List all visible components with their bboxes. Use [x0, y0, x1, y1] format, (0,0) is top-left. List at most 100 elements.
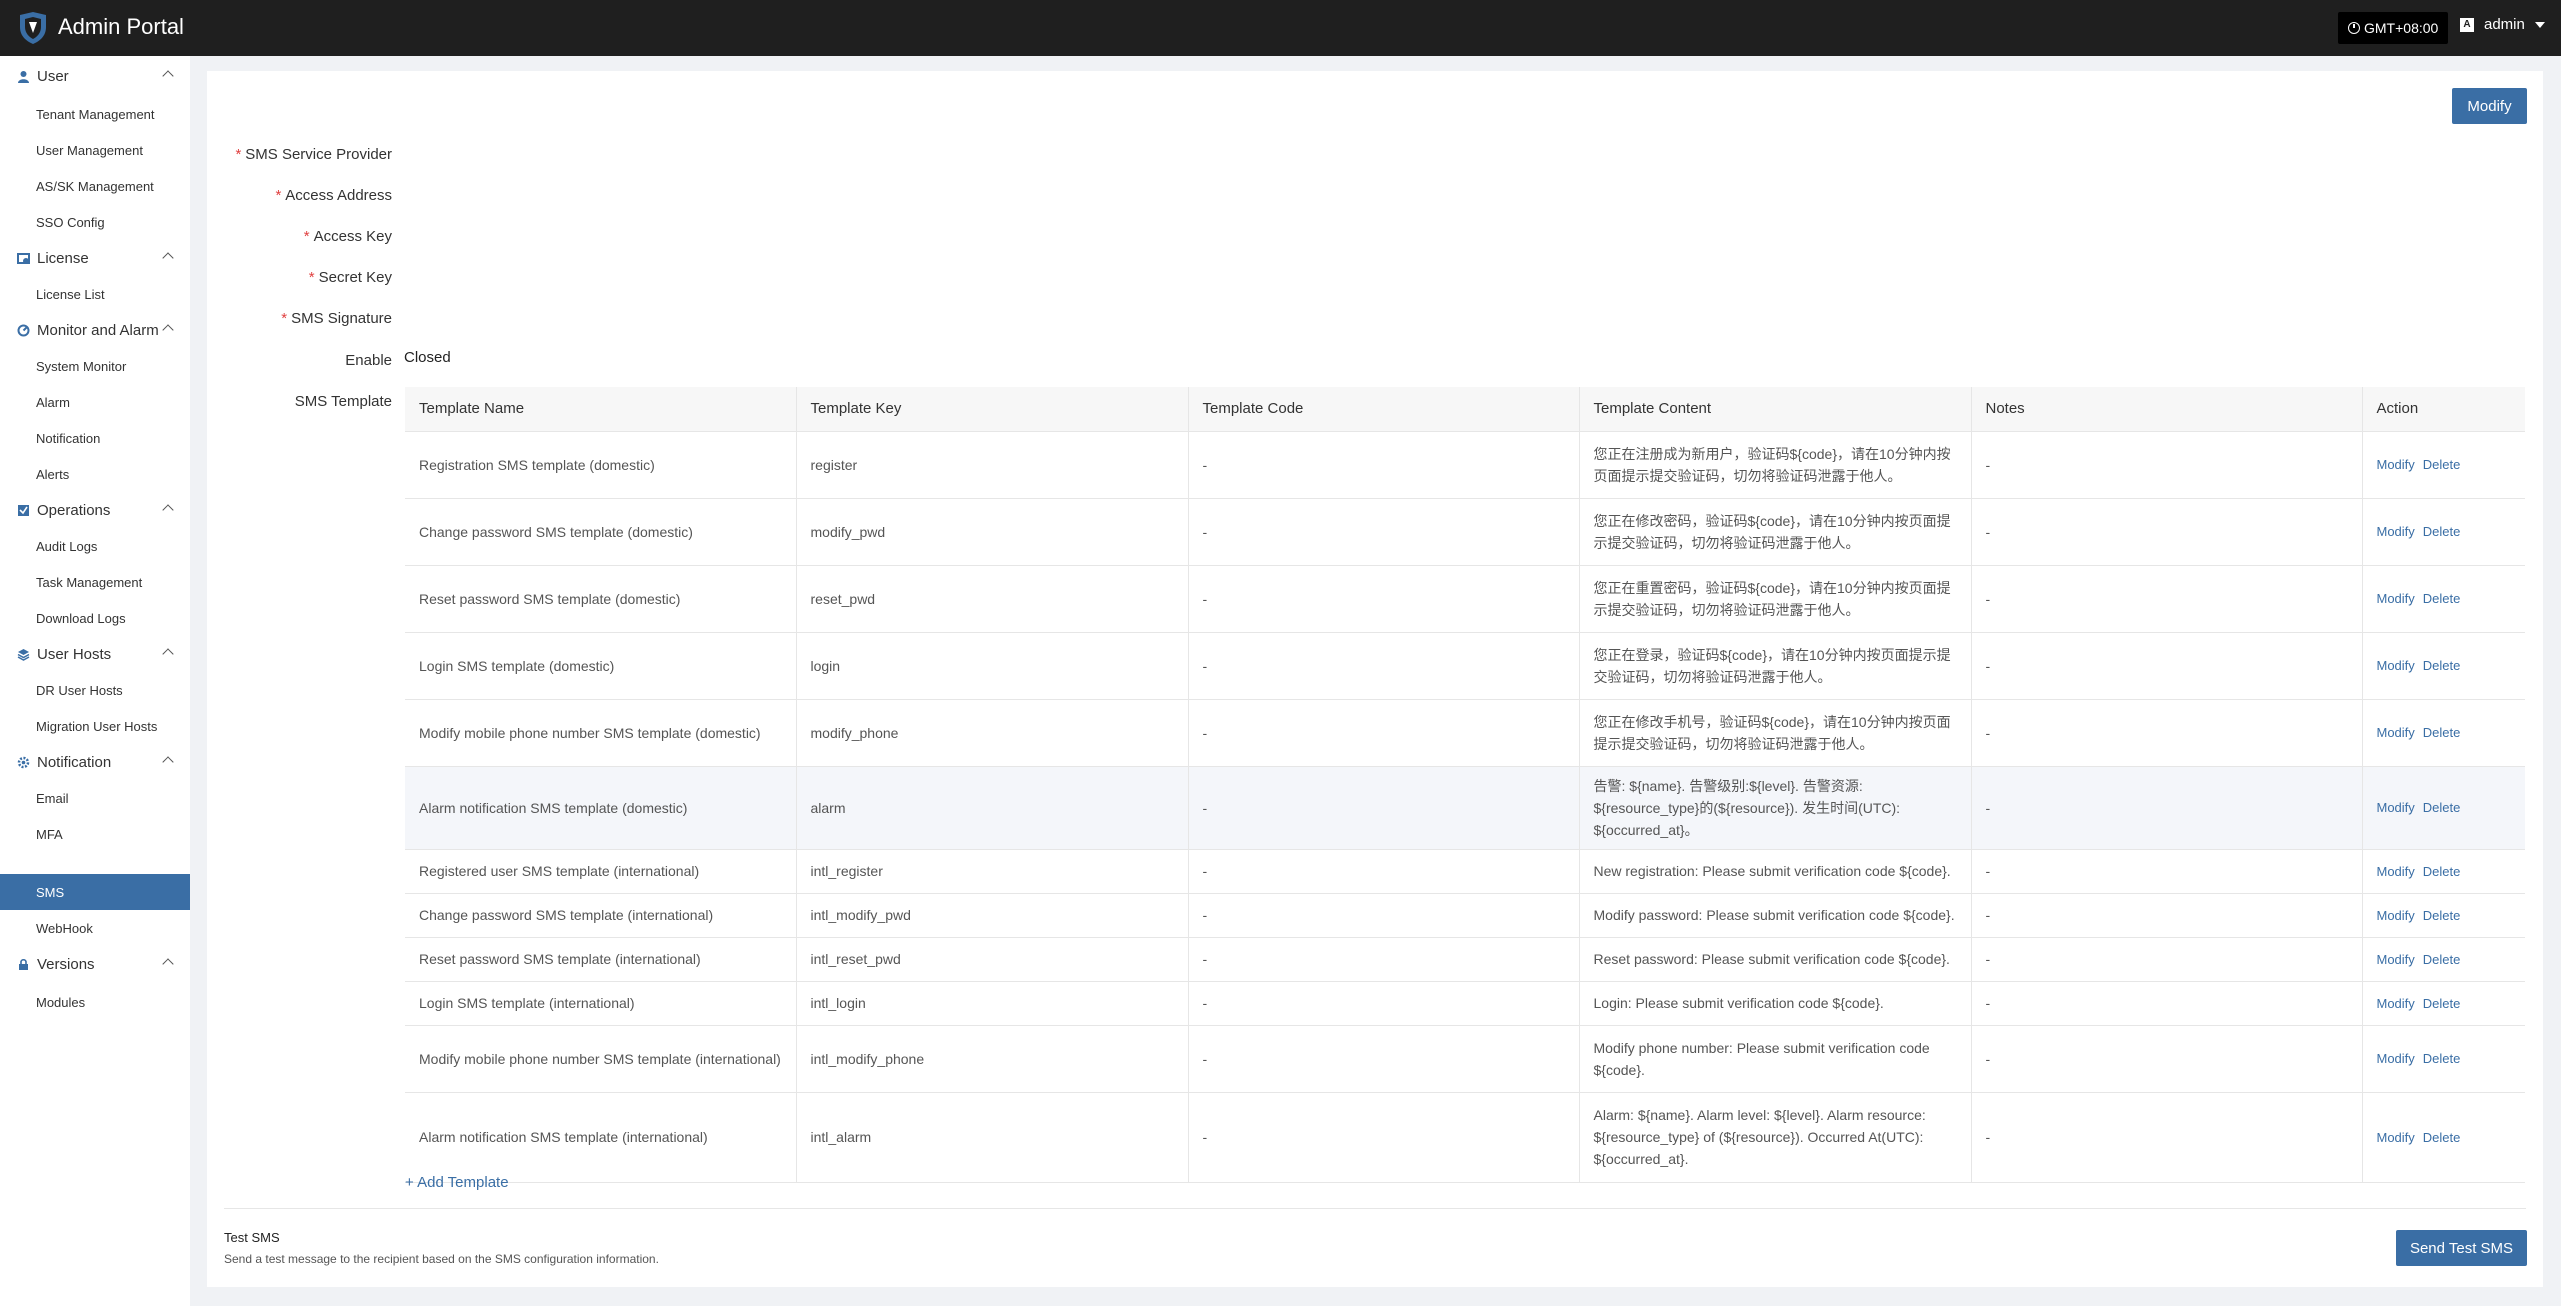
- table-row: Modify mobile phone number SMS template …: [405, 1025, 2525, 1093]
- sidebar-group-label: Notification: [37, 753, 112, 771]
- delete-link[interactable]: Delete: [2423, 952, 2461, 967]
- sidebar-item-dr-user-hosts[interactable]: DR User Hosts: [0, 672, 190, 708]
- sidebar-item-email[interactable]: Email: [0, 780, 190, 816]
- chevron-up-icon: [162, 252, 174, 264]
- sms-template-label: SMS Template: [294, 393, 392, 410]
- access-key-label: * Access Key: [303, 228, 392, 245]
- sms-signature-label: * SMS Signature: [281, 310, 392, 327]
- modify-link[interactable]: Modify: [2377, 908, 2415, 923]
- notes-cell: -: [1971, 893, 2363, 938]
- delete-link[interactable]: Delete: [2423, 1130, 2461, 1145]
- section-divider: [224, 1208, 2526, 1209]
- table-row: Modify mobile phone number SMS template …: [405, 699, 2525, 767]
- column-header-template-key: Template Key: [796, 387, 1189, 432]
- sidebar-item-modules[interactable]: Modules: [0, 984, 190, 1020]
- user-icon: [16, 69, 30, 83]
- send-test-sms-button[interactable]: Send Test SMS: [2396, 1230, 2527, 1266]
- delete-link[interactable]: Delete: [2423, 996, 2461, 1011]
- modify-link[interactable]: Modify: [2377, 457, 2415, 472]
- template-key-cell: intl_login: [796, 981, 1189, 1026]
- action-cell: Modify Delete: [2362, 766, 2525, 850]
- template-key-cell: intl_reset_pwd: [796, 937, 1189, 982]
- template-content-cell: Modify phone number: Please submit verif…: [1579, 1025, 1972, 1093]
- delete-link[interactable]: Delete: [2423, 457, 2461, 472]
- template-content-cell: 您正在登录，验证码${code}，请在10分钟内按页面提示提交验证码，切勿将验证…: [1579, 632, 1972, 700]
- template-name-cell: Alarm notification SMS template (domesti…: [405, 766, 797, 850]
- modify-link[interactable]: Modify: [2377, 952, 2415, 967]
- template-code-cell: -: [1188, 893, 1580, 938]
- delete-link[interactable]: Delete: [2423, 800, 2461, 815]
- template-name-cell: Login SMS template (international): [405, 981, 797, 1026]
- template-content-cell: New registration: Please submit verifica…: [1579, 849, 1972, 894]
- sidebar-group-user[interactable]: User: [0, 58, 190, 94]
- table-header-row: Template Name Template Key Template Code…: [405, 387, 2525, 432]
- sidebar-item-notification[interactable]: Notification: [0, 420, 190, 456]
- sidebar-item-download-logs[interactable]: Download Logs: [0, 600, 190, 636]
- column-header-notes: Notes: [1971, 387, 2363, 432]
- chevron-up-icon: [162, 504, 174, 516]
- table-row: Change password SMS template (domestic) …: [405, 498, 2525, 566]
- modify-link[interactable]: Modify: [2377, 1130, 2415, 1145]
- action-cell: Modify Delete: [2362, 632, 2525, 700]
- table-row: Alarm notification SMS template (domesti…: [405, 766, 2525, 850]
- delete-link[interactable]: Delete: [2423, 1051, 2461, 1066]
- modify-link[interactable]: Modify: [2377, 864, 2415, 879]
- modify-link[interactable]: Modify: [2377, 725, 2415, 740]
- delete-link[interactable]: Delete: [2423, 658, 2461, 673]
- notes-cell: -: [1971, 632, 2363, 700]
- sidebar-group-versions[interactable]: Versions: [0, 946, 190, 982]
- sidebar-item-webhook[interactable]: WebHook: [0, 910, 190, 946]
- template-code-cell: -: [1188, 849, 1580, 894]
- column-header-template-content: Template Content: [1579, 387, 1972, 432]
- delete-link[interactable]: Delete: [2423, 864, 2461, 879]
- sidebar-item-audit-logs[interactable]: Audit Logs: [0, 528, 190, 564]
- access-address-label: * Access Address: [275, 187, 392, 204]
- template-key-cell: login: [796, 632, 1189, 700]
- template-name-cell: Change password SMS template (domestic): [405, 498, 797, 566]
- sidebar-item-sms[interactable]: SMS: [0, 874, 190, 910]
- sidebar-item-alerts[interactable]: Alerts: [0, 456, 190, 492]
- sidebar-item-migration-user-hosts[interactable]: Migration User Hosts: [0, 708, 190, 744]
- action-cell: Modify Delete: [2362, 981, 2525, 1026]
- template-name-cell: Reset password SMS template (internation…: [405, 937, 797, 982]
- modify-button[interactable]: Modify: [2452, 88, 2527, 124]
- action-cell: Modify Delete: [2362, 937, 2525, 982]
- delete-link[interactable]: Delete: [2423, 725, 2461, 740]
- template-name-cell: Alarm notification SMS template (interna…: [405, 1092, 797, 1183]
- template-name-cell: Login SMS template (domestic): [405, 632, 797, 700]
- notes-cell: -: [1971, 431, 2363, 499]
- delete-link[interactable]: Delete: [2423, 524, 2461, 539]
- template-key-cell: reset_pwd: [796, 565, 1189, 633]
- sidebar-item-mfa[interactable]: MFA: [0, 816, 190, 852]
- user-menu[interactable]: A admin: [2460, 16, 2545, 33]
- avatar-icon: A: [2460, 17, 2474, 32]
- timezone-button[interactable]: GMT+08:00: [2338, 12, 2449, 44]
- table-row: Alarm notification SMS template (interna…: [405, 1092, 2525, 1183]
- template-content-cell: 您正在注册成为新用户，验证码${code}，请在10分钟内按页面提示提交验证码，…: [1579, 431, 1972, 499]
- enable-value: Closed: [404, 349, 451, 366]
- delete-link[interactable]: Delete: [2423, 591, 2461, 606]
- chevron-up-icon: [162, 958, 174, 970]
- modify-link[interactable]: Modify: [2377, 591, 2415, 606]
- table-row: Registered user SMS template (internatio…: [405, 849, 2525, 894]
- sidebar-group-operations[interactable]: Operations: [0, 492, 190, 528]
- modify-link[interactable]: Modify: [2377, 800, 2415, 815]
- modify-link[interactable]: Modify: [2377, 524, 2415, 539]
- template-key-cell: intl_modify_pwd: [796, 893, 1189, 938]
- sidebar-group-notification[interactable]: Notification: [0, 744, 190, 780]
- clock-icon: [2348, 22, 2360, 34]
- sidebar-item-tenant-management[interactable]: Tenant Management: [0, 96, 190, 132]
- template-key-cell: modify_pwd: [796, 498, 1189, 566]
- template-content-cell: 告警: ${name}. 告警级别:${level}. 告警资源: ${reso…: [1579, 766, 1972, 850]
- template-name-cell: Registration SMS template (domestic): [405, 431, 797, 499]
- modify-link[interactable]: Modify: [2377, 658, 2415, 673]
- enable-label: Enable: [345, 352, 392, 369]
- modify-link[interactable]: Modify: [2377, 996, 2415, 1011]
- template-content-cell: Modify password: Please submit verificat…: [1579, 893, 1972, 938]
- sidebar-group-user-hosts[interactable]: User Hosts: [0, 636, 190, 672]
- add-template-link[interactable]: + Add Template: [405, 1174, 509, 1191]
- modify-link[interactable]: Modify: [2377, 1051, 2415, 1066]
- sidebar-item-task-management[interactable]: Task Management: [0, 564, 190, 600]
- notes-cell: -: [1971, 981, 2363, 1026]
- delete-link[interactable]: Delete: [2423, 908, 2461, 923]
